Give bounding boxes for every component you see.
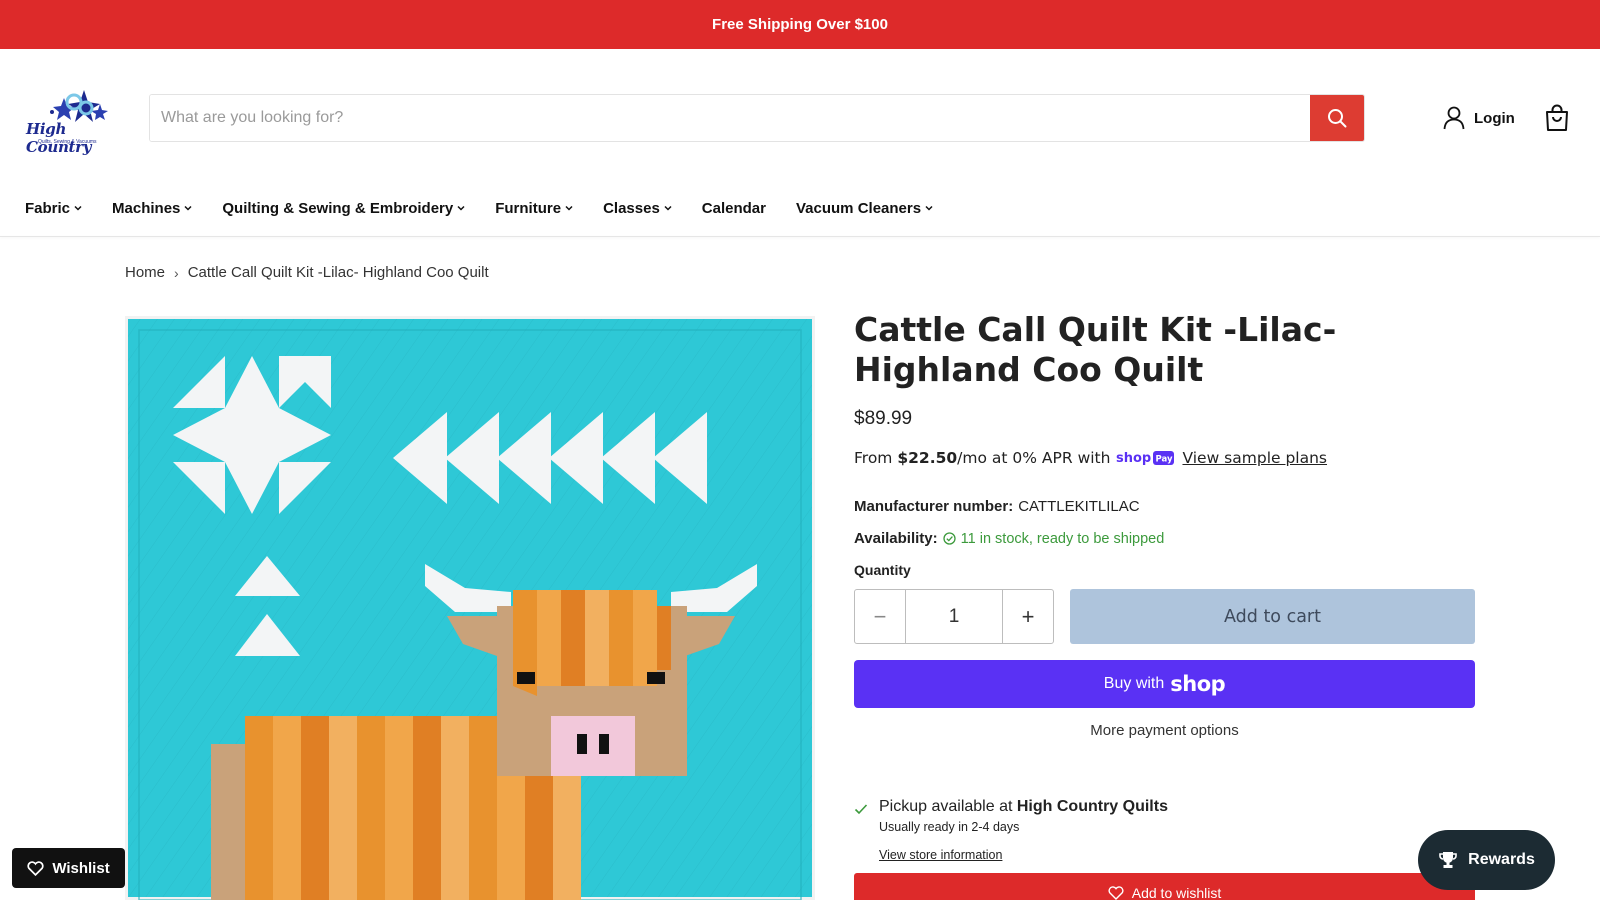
view-store-information-link[interactable]: View store information <box>879 848 1002 862</box>
logo-text: High Country <box>26 120 92 156</box>
installments-amount: $22.50 <box>897 449 958 467</box>
store-logo[interactable]: High Country Quilts, Sewing & Vacuums <box>24 88 128 156</box>
quantity-decrease-button[interactable]: − <box>855 590 906 643</box>
pickup-prefix: Pickup available at <box>879 798 1013 815</box>
logo-tagline: Quilts, Sewing & Vacuums <box>38 139 97 145</box>
installments-prefix: From <box>854 449 893 467</box>
breadcrumb-current: Cattle Call Quilt Kit -Lilac- Highland C… <box>187 264 489 281</box>
nav-item-quilting-sewing-embroidery[interactable]: Quilting & Sewing & Embroidery <box>222 200 465 217</box>
wishlist-floating-label: Wishlist <box>52 859 110 877</box>
breadcrumb-separator: › <box>174 264 179 281</box>
product-title: Cattle Call Quilt Kit -Lilac- Highland C… <box>854 310 1337 389</box>
quantity-input[interactable] <box>906 590 1002 643</box>
shop-brand-label: shop <box>1170 672 1226 696</box>
login-label: Login <box>1474 109 1515 127</box>
quilt-image <box>125 316 815 900</box>
manufacturer-row: Manufacturer number: CATTLEKITLILAC <box>854 498 1140 515</box>
pickup-info: Pickup available at High Country Quilts <box>879 798 1168 816</box>
user-icon <box>1443 106 1465 130</box>
manufacturer-label: Manufacturer number: <box>854 498 1014 515</box>
nav-item-label: Furniture <box>495 199 562 217</box>
availability-label: Availability: <box>854 530 938 547</box>
quantity-stepper: − + <box>854 589 1054 644</box>
quantity-label: Quantity <box>854 562 911 578</box>
pickup-ready-time: Usually ready in 2-4 days <box>879 820 1020 834</box>
nav-item-furniture[interactable]: Furniture <box>495 200 573 217</box>
announcement-bar: Free Shipping Over $100 <box>0 0 1600 49</box>
breadcrumb: Home › Cattle Call Quilt Kit -Lilac- Hig… <box>125 264 489 281</box>
add-to-wishlist-label: Add to wishlist <box>1131 885 1222 900</box>
add-to-cart-button[interactable]: Add to cart <box>1070 589 1475 644</box>
nav-item-label: Calendar <box>701 199 766 217</box>
heart-icon <box>1108 886 1124 900</box>
search-input[interactable] <box>150 95 1310 141</box>
nav-item-machines[interactable]: Machines <box>112 200 192 217</box>
nav-item-label: Machines <box>112 199 181 217</box>
nav-item-fabric[interactable]: Fabric <box>25 200 82 217</box>
quantity-increase-button[interactable]: + <box>1002 590 1053 643</box>
nav-divider <box>0 236 1600 237</box>
pickup-store: High Country Quilts <box>1016 798 1168 815</box>
heart-icon <box>27 860 44 876</box>
installments-suffix: /mo at 0% APR with <box>957 449 1111 467</box>
main-nav: Fabric Machines Quilting & Sewing & Embroi… <box>25 196 963 220</box>
availability-value: 11 in stock, ready to be shipped <box>960 530 1165 547</box>
view-sample-plans-link[interactable]: View sample plans <box>1182 449 1327 467</box>
svg-text:shop: shop <box>1116 451 1151 466</box>
buy-with-shop-button[interactable]: Buy with shop <box>854 660 1475 708</box>
announcement-text: Free Shipping Over $100 <box>712 16 888 33</box>
search-button[interactable] <box>1310 95 1364 141</box>
nav-item-calendar[interactable]: Calendar <box>702 200 766 217</box>
checkmark-icon <box>854 804 868 815</box>
chevron-down-icon <box>925 205 933 211</box>
manufacturer-value: CATTLEKITLILAC <box>1018 498 1140 515</box>
search-icon <box>1328 109 1347 128</box>
svg-text:Pay: Pay <box>1156 455 1173 465</box>
product-price: $89.99 <box>854 408 913 429</box>
chevron-down-icon <box>565 205 573 211</box>
trophy-icon <box>1439 852 1457 868</box>
nav-item-label: Classes <box>603 199 660 217</box>
buy-with-label: Buy with <box>1103 675 1165 692</box>
check-circle-icon <box>942 532 956 545</box>
shop-pay-logo-icon: shop Pay <box>1116 451 1175 466</box>
chevron-down-icon <box>664 205 672 211</box>
chevron-down-icon <box>457 205 465 211</box>
breadcrumb-home[interactable]: Home <box>125 264 165 281</box>
rewards-button[interactable]: Rewards <box>1418 830 1555 890</box>
rewards-label: Rewards <box>1468 851 1535 868</box>
chevron-down-icon <box>184 205 192 211</box>
shopping-bag-icon <box>1546 104 1568 131</box>
cart-button[interactable] <box>1544 104 1570 137</box>
nav-item-vacuum-cleaners[interactable]: Vacuum Cleaners <box>796 200 933 217</box>
more-payment-options-link[interactable]: More payment options <box>854 722 1475 739</box>
nav-item-classes[interactable]: Classes <box>603 200 672 217</box>
wishlist-floating-button[interactable]: Wishlist <box>12 848 125 888</box>
add-to-wishlist-button[interactable]: Add to wishlist <box>854 873 1475 900</box>
nav-item-label: Vacuum Cleaners <box>796 199 922 217</box>
nav-item-label: Quilting & Sewing & Embroidery <box>222 199 454 217</box>
chevron-down-icon <box>74 205 82 211</box>
availability-row: Availability: 11 in stock, ready to be s… <box>854 530 1164 547</box>
login-link[interactable]: Login <box>1443 106 1515 130</box>
installments-info: From $22.50/mo at 0% APR with shop Pay V… <box>854 449 1327 467</box>
nav-item-label: Fabric <box>25 199 71 217</box>
shop-pay-badge: shop Pay <box>1116 449 1175 467</box>
search-bar <box>149 94 1365 142</box>
product-image[interactable] <box>125 316 815 900</box>
